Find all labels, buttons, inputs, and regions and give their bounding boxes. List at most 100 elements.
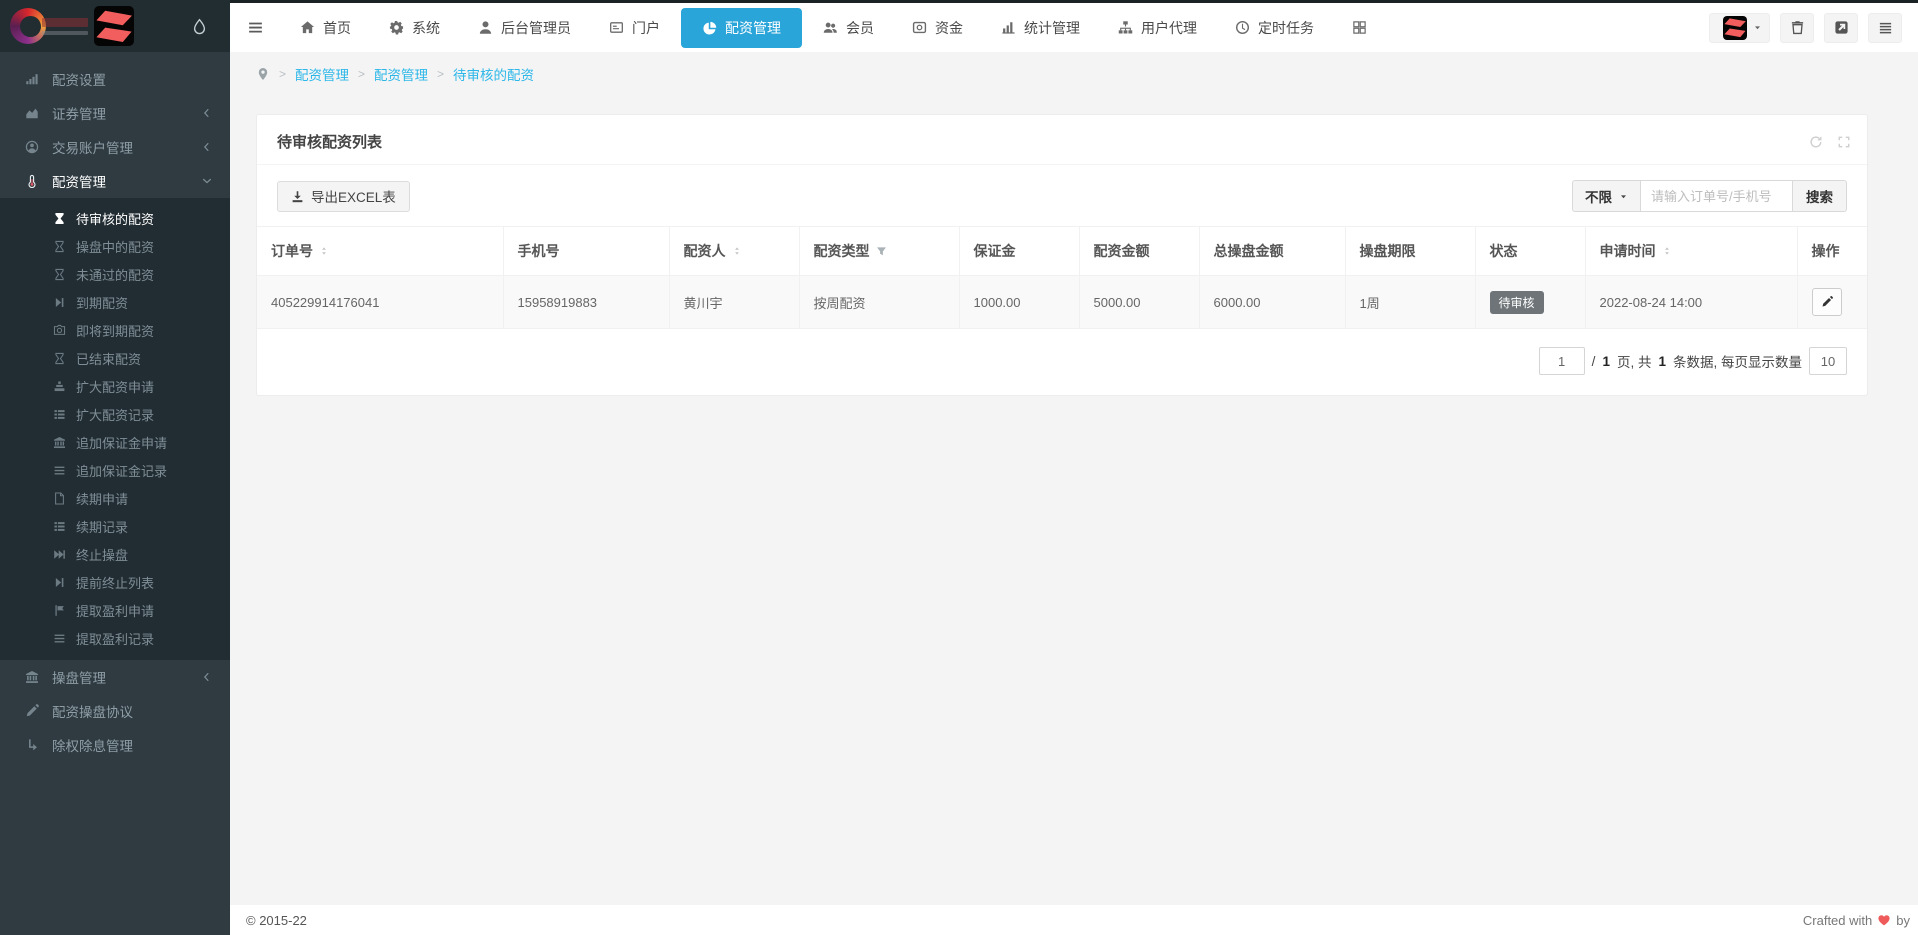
sidebar-subitem-expiring-soon[interactable]: 即将到期配资 [0,316,230,344]
sidebar-item-operation-management[interactable]: 操盘管理 [0,660,230,694]
breadcrumb-link[interactable]: 配资管理 [374,64,428,84]
sidebar-subitem-label: 提取盈利记录 [76,629,154,648]
sidebar-subitem-stop-operation[interactable]: 终止操盘 [0,540,230,568]
sidebar-subitem-expand-records[interactable]: 扩大配资记录 [0,400,230,428]
sidebar-subitem-expired[interactable]: 到期配资 [0,288,230,316]
page-size-input[interactable] [1809,347,1847,375]
sidebar-subitem-finished[interactable]: 已结束配资 [0,344,230,372]
export-excel-button[interactable]: 导出EXCEL表 [277,181,410,212]
sort-icon[interactable] [732,245,742,257]
brand-area[interactable] [0,0,230,52]
nav-item-funds[interactable]: 资金 [893,3,982,52]
sidebar-item-peizi-settings[interactable]: 配资设置 [0,62,230,96]
breadcrumb-current[interactable]: 待审核的配资 [453,64,534,84]
sidebar-subitem-label: 续期记录 [76,517,128,536]
sidebar: 配资设置 证券管理 交易账户管理 配资管理 待审核的配资 操盘中的配资 [0,52,230,935]
filter-dropdown-label: 不限 [1585,186,1612,206]
sidebar-item-peizi-management[interactable]: 配资管理 [0,164,230,198]
pagination-records-label: 条数据, 每页显示数量 [1673,351,1802,371]
sidebar-item-label: 交易账户管理 [52,137,133,157]
sidebar-item-securities[interactable]: 证券管理 [0,96,230,130]
sidebar-subitem-label: 未通过的配资 [76,265,154,284]
nav-item-home[interactable]: 首页 [281,3,370,52]
nav-item-peizi-management[interactable]: 配资管理 [681,8,802,48]
chevron-down-icon [1753,23,1762,32]
location-pin-icon [256,67,270,81]
sidebar-item-exright-management[interactable]: 除权除息管理 [0,728,230,762]
expand-icon[interactable] [1837,135,1851,149]
nav-item-scheduled-tasks[interactable]: 定时任务 [1216,3,1333,52]
sidebar-item-peizi-agreement[interactable]: 配资操盘协议 [0,694,230,728]
sidebar-subitem-margin-apply[interactable]: 追加保证金申请 [0,428,230,456]
chevron-left-icon [202,672,212,682]
step-forward-icon [50,296,68,309]
nav-item-portal[interactable]: 门户 [590,3,679,52]
nav-item-label: 资金 [935,18,963,38]
brand-logo-circle [10,8,46,44]
avatar-menu-button[interactable] [1709,13,1770,43]
list-icon [50,408,68,421]
nav-item-apps-grid[interactable] [1333,3,1386,52]
menu-toggle-icon[interactable] [230,3,281,52]
external-link-button[interactable] [1824,13,1858,43]
col-order-no[interactable]: 订单号 [257,227,503,276]
sidebar-subitem-renewal-records[interactable]: 续期记录 [0,512,230,540]
download-icon [291,190,304,203]
brand-logo-text [42,18,88,35]
sidebar-subitem-early-termination[interactable]: 提前终止列表 [0,568,230,596]
nav-item-system[interactable]: 系统 [370,3,459,52]
bank-icon [50,436,68,449]
sidebar-subitem-pending-review[interactable]: 待审核的配资 [0,204,230,232]
admin-user-icon [478,20,493,35]
cell-status: 待审核 [1475,276,1585,329]
panel-list-icon [1878,20,1893,35]
col-investor[interactable]: 配资人 [669,227,799,276]
search-input[interactable] [1641,180,1793,212]
camera-icon [50,324,68,337]
nav-item-user-agents[interactable]: 用户代理 [1099,3,1216,52]
sidebar-subitem-renewal-apply[interactable]: 续期申请 [0,484,230,512]
trash-button[interactable] [1780,13,1814,43]
sidebar-subitem-expand-apply[interactable]: 扩大配资申请 [0,372,230,400]
refresh-icon[interactable] [1809,135,1823,149]
sidebar-subitem-not-approved[interactable]: 未通过的配资 [0,260,230,288]
nav-item-label: 后台管理员 [501,18,571,38]
sidebar-subitem-in-operation[interactable]: 操盘中的配资 [0,232,230,260]
nav-item-statistics[interactable]: 统计管理 [982,3,1099,52]
sidebar-subitem-label: 追加保证金申请 [76,433,167,452]
sort-icon[interactable] [1662,245,1672,257]
content-area: 待审核配资列表 导出EXCEL表 不限 [230,94,1918,905]
funds-icon [912,20,927,35]
search-button[interactable]: 搜索 [1793,180,1847,212]
panel-list-button[interactable] [1868,13,1902,43]
heart-icon [1877,913,1891,927]
nav-item-admins[interactable]: 后台管理员 [459,3,590,52]
sidebar-subitem-withdraw-profit-apply[interactable]: 提取盈利申请 [0,596,230,624]
sidebar-subitem-withdraw-profit-records[interactable]: 提取盈利记录 [0,624,230,652]
footer-credit: Crafted with by [1803,913,1910,928]
sidebar-item-label: 配资管理 [52,171,106,191]
current-page-input[interactable] [1539,347,1585,375]
breadcrumb-link[interactable]: 配资管理 [295,64,349,84]
panel-toolbar: 导出EXCEL表 不限 搜索 [257,165,1867,218]
cell-period: 1周 [1345,276,1475,329]
sidebar-subitem-margin-records[interactable]: 追加保证金记录 [0,456,230,484]
home-icon [300,20,315,35]
grid-icon [1352,20,1367,35]
portal-icon [609,20,624,35]
topbar-right-tools [1709,3,1918,52]
col-apply-time[interactable]: 申请时间 [1585,227,1797,276]
sidebar-item-label: 配资设置 [52,69,106,89]
sidebar-item-trading-accounts[interactable]: 交易账户管理 [0,130,230,164]
funnel-icon[interactable] [876,246,887,257]
sidebar-subitem-label: 扩大配资申请 [76,377,154,396]
sidebar-subitem-label: 追加保证金记录 [76,461,167,480]
chevron-left-icon [202,142,212,152]
nav-item-members[interactable]: 会员 [804,3,893,52]
cell-total-amount: 6000.00 [1199,276,1345,329]
edit-button[interactable] [1812,288,1842,316]
sort-icon[interactable] [319,245,329,257]
col-type[interactable]: 配资类型 [799,227,959,276]
cell-deposit: 1000.00 [959,276,1079,329]
filter-dropdown-button[interactable]: 不限 [1572,180,1641,212]
